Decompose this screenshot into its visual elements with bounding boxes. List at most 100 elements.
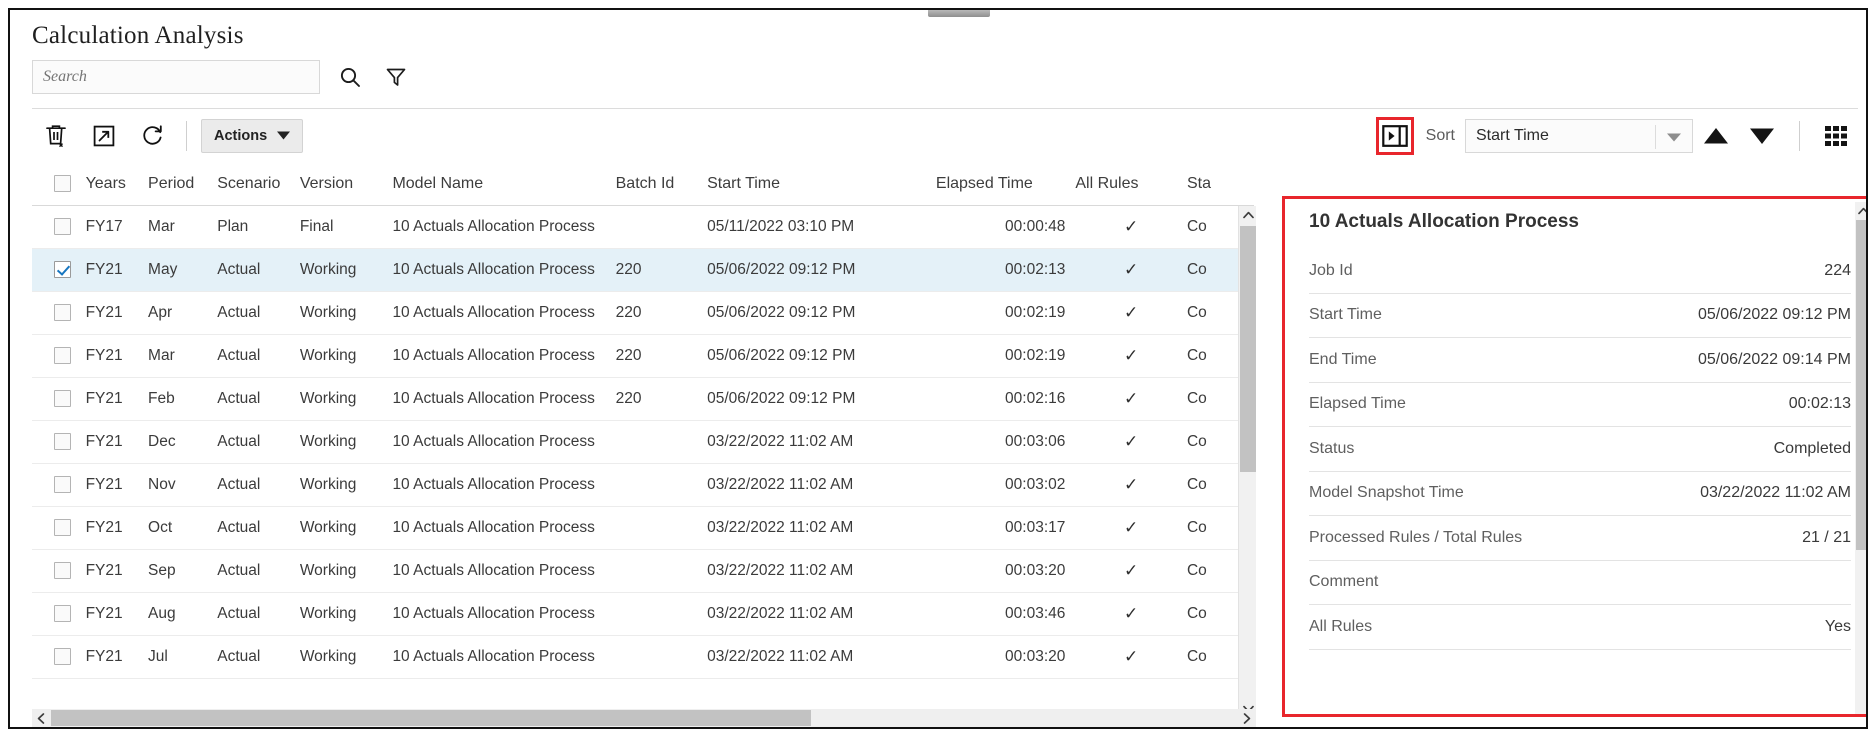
sort-select[interactable]: Start Time [1465,118,1693,153]
row-checkbox[interactable] [54,476,71,494]
table-row[interactable]: FY21 Sep Actual Working 10 Actuals Allocatio… [32,549,1254,593]
table-row[interactable]: FY21 Mar Actual Working 10 Actuals Allocatio… [32,334,1254,378]
cell-start-time: 05/06/2022 09:12 PM [707,377,936,421]
row-checkbox[interactable] [54,218,71,236]
detail-panel-scroll-thumb[interactable] [1856,220,1866,550]
export-arrow-icon [92,124,116,148]
detail-row: Comment [1309,561,1851,605]
column-header-batch-id[interactable]: Batch Id [615,162,708,206]
sort-ascending-button[interactable] [1693,116,1739,156]
row-select-checkbox-cell[interactable] [32,463,86,507]
column-header-status[interactable]: Sta [1186,162,1254,206]
cell-years: FY21 [85,334,149,378]
window-drag-handle[interactable] [928,10,990,17]
sort-select-divider [1655,124,1656,149]
row-checkbox[interactable] [54,347,71,365]
column-header-start-time[interactable]: Start Time [707,162,936,206]
row-checkbox[interactable] [54,562,71,580]
table-row[interactable]: FY17 Mar Plan Final 10 Actuals Allocation Pr… [32,205,1254,249]
row-select-checkbox-cell[interactable] [32,549,86,593]
cell-model-name: 10 Actuals Allocation Process [392,549,616,593]
row-select-checkbox-cell[interactable] [32,420,86,464]
row-checkbox[interactable] [54,304,71,322]
column-header-years[interactable]: Years [85,162,149,206]
row-select-checkbox-cell[interactable] [32,635,86,679]
table-row[interactable]: FY21 Dec Actual Working 10 Actuals Allocatio… [32,420,1254,464]
row-checkbox[interactable] [54,390,71,408]
cell-elapsed-time: 00:00:48 [935,205,1076,249]
actions-button[interactable]: Actions [201,118,304,153]
table-vertical-scroll-thumb[interactable] [1240,226,1256,472]
table-row[interactable]: FY21 Oct Actual Working 10 Actuals Allocatio… [32,506,1254,550]
select-all-checkbox[interactable] [54,175,71,193]
chevron-down-icon [1667,133,1681,142]
cell-elapsed-time: 00:03:17 [935,506,1076,550]
select-all-header[interactable] [32,162,86,206]
table-row[interactable]: FY21 Jul Actual Working 10 Actuals Allocatio… [32,635,1254,679]
delete-button[interactable] [32,116,80,156]
row-checkbox[interactable] [54,433,71,451]
row-checkbox[interactable] [54,261,71,279]
row-select-checkbox-cell[interactable] [32,377,86,421]
cell-years: FY17 [85,205,149,249]
column-header-period[interactable]: Period [148,162,218,206]
scroll-up-icon[interactable] [1239,206,1257,224]
row-select-checkbox-cell[interactable] [32,506,86,550]
row-select-checkbox-cell[interactable] [32,334,86,378]
row-checkbox[interactable] [54,648,71,666]
sort-descending-button[interactable] [1739,116,1785,156]
table-row[interactable]: FY21 Apr Actual Working 10 Actuals Allocatio… [32,291,1254,335]
column-header-model-name[interactable]: Model Name [392,162,616,206]
cell-model-name: 10 Actuals Allocation Process [392,506,616,550]
cell-version: Working [299,635,393,679]
cell-version: Working [299,377,393,421]
export-button[interactable] [80,116,128,156]
table-row[interactable]: FY21 May Actual Working 10 Actuals Allocatio… [32,248,1254,292]
row-select-checkbox-cell[interactable] [32,248,86,292]
detail-row: Elapsed Time 00:02:13 [1309,383,1851,427]
calculation-analysis-table: Years Period Scenario Version Model Name… [32,162,1254,727]
cell-elapsed-time: 00:03:46 [935,592,1076,636]
cell-version: Final [299,205,393,249]
column-header-version[interactable]: Version [299,162,393,206]
detail-row-key: Start Time [1309,306,1382,324]
table-vertical-scrollbar[interactable] [1238,206,1256,718]
scroll-up-icon[interactable] [1855,202,1866,219]
cell-years: FY21 [85,377,149,421]
row-checkbox[interactable] [54,519,71,537]
cell-start-time: 05/06/2022 09:12 PM [707,334,936,378]
cell-start-time: 03/22/2022 11:02 AM [707,506,936,550]
search-button[interactable] [328,60,372,94]
detail-row: Model Snapshot Time 03/22/2022 11:02 AM [1309,472,1851,516]
cell-model-name: 10 Actuals Allocation Process [392,205,616,249]
row-checkbox[interactable] [54,605,71,623]
column-header-scenario[interactable]: Scenario [217,162,300,206]
table-header-row: Years Period Scenario Version Model Name… [32,162,1254,206]
row-select-checkbox-cell[interactable] [32,205,86,249]
show-detail-panel-button[interactable] [1381,123,1408,149]
row-select-checkbox-cell[interactable] [32,291,86,335]
detail-panel-scrollbar[interactable] [1855,202,1866,714]
table-row[interactable]: FY21 Aug Actual Working 10 Actuals Allocatio… [32,592,1254,636]
cell-start-time: 03/22/2022 11:02 AM [707,420,936,464]
detail-row-value: 05/06/2022 09:14 PM [1697,350,1851,368]
column-header-elapsed-time[interactable]: Elapsed Time [935,162,1076,206]
scroll-left-icon[interactable] [32,709,50,727]
row-select-checkbox-cell[interactable] [32,592,86,636]
column-header-all-rules[interactable]: All Rules [1075,162,1187,206]
refresh-icon [140,123,165,148]
table-row[interactable]: FY21 Feb Actual Working 10 Actuals Allocatio… [32,377,1254,421]
table-row[interactable]: FY21 Nov Actual Working 10 Actuals Allocatio… [32,463,1254,507]
search-input[interactable] [32,60,320,94]
refresh-button[interactable] [128,116,176,156]
grid-view-button[interactable] [1814,116,1858,156]
detail-row-key: Elapsed Time [1309,395,1406,413]
table-horizontal-scroll-thumb[interactable] [51,710,811,726]
actions-label: Actions [214,127,268,144]
filter-button[interactable] [376,60,416,94]
cell-scenario: Actual [217,592,300,636]
table-horizontal-scrollbar[interactable] [32,709,1256,727]
scroll-right-icon[interactable] [1238,709,1256,727]
cell-scenario: Actual [217,334,300,378]
cell-start-time: 03/22/2022 11:02 AM [707,463,936,507]
